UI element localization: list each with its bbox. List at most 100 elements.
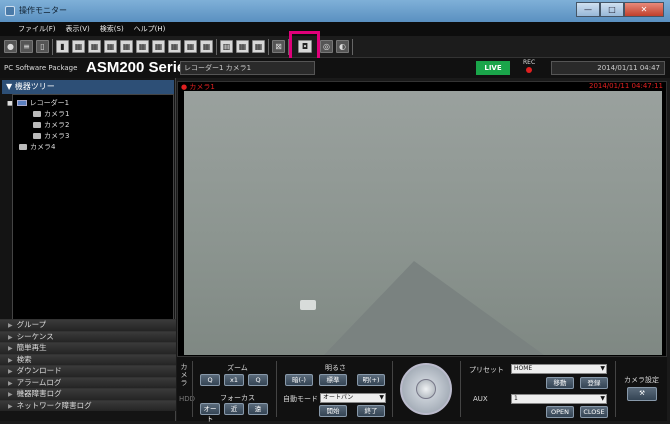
window-title: 操作モニター (19, 6, 67, 15)
recorder-icon (16, 100, 27, 106)
close-button[interactable]: ✕ (624, 2, 664, 17)
aux-open-button[interactable]: OPEN (546, 406, 574, 418)
focus-auto-button[interactable]: オート (200, 403, 220, 423)
layout-13-icon[interactable]: ▦ (152, 40, 165, 53)
snapshot-icon[interactable]: ◎ (320, 40, 333, 53)
aux-label: AUX (473, 395, 488, 403)
layout-wide-icon[interactable]: ▥ (220, 40, 233, 53)
ptz-joystick[interactable] (400, 363, 452, 415)
camera-icon (33, 133, 41, 139)
layout-10-icon[interactable]: ▦ (136, 40, 149, 53)
device-tree: ■ レコーダー1 カメラ1 カメラ2 カメラ3 カメラ4 (7, 94, 174, 320)
camera-icon (33, 111, 41, 117)
wrench-icon: ⚒ (639, 389, 645, 397)
video-panel: ● カメラ1 2014/01/11 04:47:11 (177, 81, 667, 357)
layout-1-icon[interactable]: ▮ (56, 40, 69, 53)
layout-6-icon[interactable]: ▦ (88, 40, 101, 53)
brightness-label: 明るさ (325, 364, 346, 372)
camera-icon (33, 122, 41, 128)
chevron-down-icon: ▼ (600, 395, 605, 402)
print-icon[interactable]: ≡ (20, 40, 33, 53)
register-button[interactable]: 登録 (580, 377, 608, 389)
aux-close-button[interactable]: CLOSE (580, 406, 608, 418)
control-bar: カメラ HDD ズーム Q x1 Q フォーカス オート 近 遠 明るさ 暗(-… (177, 357, 667, 423)
record-icon[interactable]: ◐ (336, 40, 349, 53)
app-icon (5, 6, 15, 16)
joystick-knob[interactable] (416, 379, 436, 399)
focus-near-button[interactable]: 近 (224, 403, 244, 415)
camera-name-display: レコーダー1 カメラ1 (180, 61, 315, 75)
camera-settings-button[interactable]: ⚒ (627, 387, 657, 401)
brand-subtitle: PC Software Package (4, 64, 78, 72)
highlight-box (289, 31, 320, 61)
start-button[interactable]: 開始 (319, 405, 347, 417)
layout-grid-icon[interactable]: ▦ (252, 40, 265, 53)
minimize-button[interactable]: — (576, 2, 600, 17)
chevron-down-icon: ▼ (379, 394, 384, 401)
tree-item-camera3[interactable]: カメラ3 (33, 131, 69, 141)
datetime-display: 2014/01/11 04:47 (551, 61, 665, 75)
sequence-icon[interactable]: ⊠ (272, 40, 285, 53)
end-button[interactable]: 終了 (357, 405, 385, 417)
layout-4-icon[interactable]: ▦ (72, 40, 85, 53)
tree-item-recorder[interactable]: ■ レコーダー1 (7, 98, 69, 108)
car-image (300, 300, 316, 310)
left-panel: ▼ 機器ツリー ■ レコーダー1 カメラ1 カメラ2 カメラ3 カメラ4 ▶ グルー… (0, 78, 176, 421)
brightness-plus-button[interactable]: 明(+) (357, 374, 385, 386)
aux-dropdown[interactable]: 1 ▼ (511, 394, 607, 404)
tab-camera[interactable]: カメラ (179, 363, 189, 387)
brand-bar: PC Software Package ASM200 Series レコーダー1… (0, 58, 670, 78)
move-button[interactable]: 移動 (546, 377, 574, 389)
focus-label: フォーカス (220, 394, 255, 402)
road-image (324, 261, 544, 355)
chevron-down-icon: ▼ (600, 365, 605, 372)
camera-settings-label: カメラ設定 (624, 376, 659, 384)
menu-view[interactable]: 表示(V) (66, 22, 90, 36)
nav-network-failure-log[interactable]: ▶ ネットワーク障害ログ (0, 399, 176, 411)
nav-group[interactable]: ▶ グループ (0, 319, 176, 331)
tab-hdd[interactable]: HDD (179, 395, 195, 403)
nav-easy-playback[interactable]: ▶ 簡単再生 (0, 342, 176, 354)
maximize-button[interactable]: □ (600, 2, 624, 17)
layout-20-icon[interactable]: ▦ (184, 40, 197, 53)
nav-download[interactable]: ▶ ダウンロード (0, 365, 176, 377)
preset-dropdown[interactable]: HOME ▼ (511, 364, 607, 374)
nav-device-failure-log[interactable]: ▶ 機器障害ログ (0, 388, 176, 400)
auto-mode-dropdown[interactable]: オートパン ▼ (320, 393, 386, 403)
nav-alarm-log[interactable]: ▶ アラームログ (0, 376, 176, 388)
menu-bar: ファイル(F) 表示(V) 検索(S) ヘルプ(H) (0, 22, 670, 36)
layout-25-icon[interactable]: ▦ (200, 40, 213, 53)
menu-file[interactable]: ファイル(F) (18, 22, 56, 36)
tree-item-camera2[interactable]: カメラ2 (33, 120, 69, 130)
layout-8-icon[interactable]: ▦ (104, 40, 117, 53)
tree-item-camera4[interactable]: カメラ4 (19, 142, 55, 152)
brightness-standard-button[interactable]: 標準 (319, 374, 347, 386)
toolbar: ● ≡ ▯ ▮ ▦ ▦ ▦ ▦ ▦ ▦ ▦ ▦ ▦ ▥ ▦ ▦ ⊠ ◘ ◎ ◐ (0, 36, 670, 58)
menu-search[interactable]: 検索(S) (100, 22, 124, 36)
zoom-in-button[interactable]: Q (248, 374, 268, 386)
zoom-out-button[interactable]: Q (200, 374, 220, 386)
rec-label: REC (523, 59, 536, 66)
menu-help[interactable]: ヘルプ(H) (134, 22, 166, 36)
focus-far-button[interactable]: 遠 (248, 403, 268, 415)
layout-16-icon[interactable]: ▦ (168, 40, 181, 53)
live-badge: LIVE (476, 61, 510, 75)
full-screen-icon[interactable]: ● (4, 40, 17, 53)
nav-list: ▶ グループ ▶ シーケンス ▶ 簡単再生 ▶ 検索 ▶ ダウンロード ▶ アラームログ ▶… (0, 319, 176, 411)
export-icon[interactable]: ▯ (36, 40, 49, 53)
video-timestamp: 2014/01/11 04:47:11 (588, 82, 663, 90)
device-tree-header[interactable]: ▼ 機器ツリー (2, 80, 174, 94)
layout-9-icon[interactable]: ▦ (120, 40, 133, 53)
auto-mode-label: 自動モード (283, 395, 318, 403)
nav-sequence[interactable]: ▶ シーケンス (0, 330, 176, 342)
rec-indicator-icon (526, 67, 532, 73)
nav-search[interactable]: ▶ 検索 (0, 353, 176, 365)
preset-label: プリセット (469, 366, 504, 374)
brand-title: ASM200 Series (86, 59, 194, 76)
camera-icon (19, 144, 27, 150)
tree-item-camera1[interactable]: カメラ1 (33, 109, 69, 119)
zoom-x1-button[interactable]: x1 (224, 374, 244, 386)
layout-quad-icon[interactable]: ▦ (236, 40, 249, 53)
brightness-minus-button[interactable]: 暗(-) (285, 374, 313, 386)
live-video[interactable] (184, 91, 662, 355)
